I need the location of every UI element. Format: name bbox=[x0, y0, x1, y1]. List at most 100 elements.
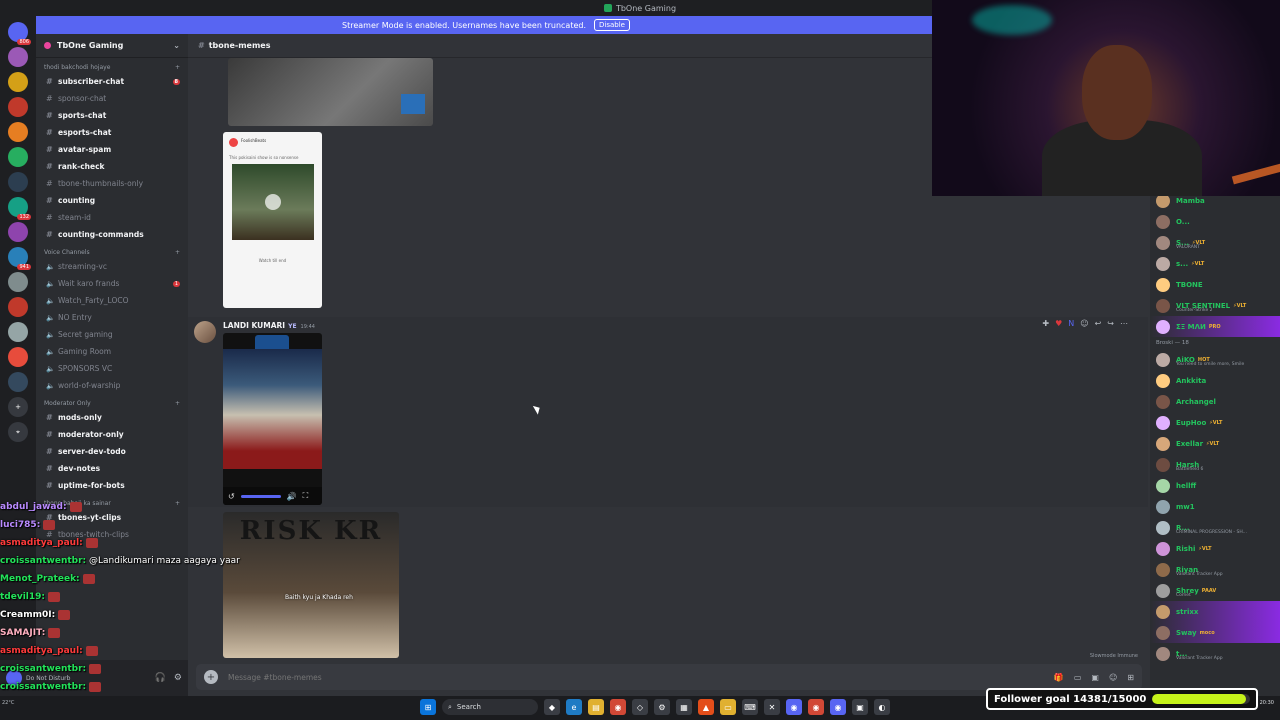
chrome-icon[interactable]: ◉ bbox=[808, 699, 824, 715]
nitro-icon[interactable]: N bbox=[1068, 319, 1074, 328]
server-icon[interactable]: 941 bbox=[8, 247, 31, 270]
play-icon[interactable] bbox=[264, 194, 281, 210]
member-item[interactable]: strixx bbox=[1150, 601, 1280, 622]
server-icon[interactable] bbox=[8, 322, 28, 342]
copilot-icon[interactable]: ◆ bbox=[544, 699, 560, 715]
fullscreen-icon[interactable]: ⛶ bbox=[303, 491, 309, 501]
avatar[interactable] bbox=[194, 321, 216, 343]
avatar[interactable] bbox=[1156, 352, 1170, 367]
avatar[interactable] bbox=[1156, 646, 1170, 661]
explorer-icon[interactable]: ▤ bbox=[588, 699, 604, 715]
member-item[interactable]: O... bbox=[1150, 211, 1280, 232]
server-icon[interactable]: 132 bbox=[8, 197, 31, 220]
avatar[interactable] bbox=[1156, 214, 1170, 229]
heart-icon[interactable]: ♥ bbox=[1055, 319, 1062, 328]
member-item[interactable]: R... CRIMINAL PROGRESSION - SH... bbox=[1150, 517, 1280, 538]
emoji-icon[interactable]: ☺ bbox=[1109, 673, 1117, 682]
app-icon[interactable]: ▣ bbox=[852, 699, 868, 715]
channel-item[interactable]: # sports-chat bbox=[36, 107, 188, 124]
server-icon[interactable] bbox=[8, 222, 28, 242]
taskbar-search[interactable]: ⌕ Search bbox=[442, 699, 538, 715]
server-icon[interactable] bbox=[8, 372, 28, 392]
channel-item[interactable]: # sponsor-chat bbox=[36, 90, 188, 107]
post-video[interactable] bbox=[231, 164, 314, 240]
server-icon[interactable] bbox=[8, 97, 28, 117]
member-item[interactable]: Archangel bbox=[1150, 391, 1280, 412]
member-item[interactable]: EupHoo ⚡VLT bbox=[1150, 412, 1280, 433]
explore-icon[interactable]: ⌖ bbox=[8, 422, 28, 442]
add-channel-icon[interactable]: + bbox=[175, 249, 180, 256]
forward-icon[interactable]: ↪ bbox=[1107, 319, 1114, 328]
voice-channel-item[interactable]: 🔈 NO Entry bbox=[36, 309, 188, 326]
channel-item[interactable]: # uptime-for-bots bbox=[36, 477, 188, 494]
avatar[interactable] bbox=[1156, 625, 1170, 640]
avatar[interactable] bbox=[1156, 436, 1170, 451]
avatar[interactable] bbox=[1156, 562, 1170, 577]
discord-home-icon[interactable]: 806 bbox=[8, 22, 31, 45]
avatar[interactable] bbox=[1156, 277, 1170, 292]
embedded-post-card[interactable]: FoolishBeats This pokisaini show is so n… bbox=[223, 132, 322, 308]
obs-icon[interactable]: ◐ bbox=[874, 699, 890, 715]
member-item[interactable]: VLT SENTINEL ⚡VLT Counter-Strike 2 bbox=[1150, 295, 1280, 316]
channel-item[interactable]: # avatar-spam bbox=[36, 141, 188, 158]
member-item[interactable]: ΣΞ MΛИ PRO bbox=[1150, 316, 1280, 337]
server-icon[interactable] bbox=[8, 47, 28, 67]
weather-widget[interactable]: 22°C bbox=[2, 700, 14, 706]
add-reaction-icon[interactable]: ☺ bbox=[1080, 319, 1088, 328]
sticker-icon[interactable]: ▣ bbox=[1091, 673, 1099, 682]
avatar[interactable] bbox=[1156, 604, 1170, 619]
more-icon[interactable]: ⋯ bbox=[1120, 319, 1128, 328]
server-icon[interactable] bbox=[8, 272, 28, 292]
channel-item[interactable]: # esports-chat bbox=[36, 124, 188, 141]
channel-item[interactable]: # moderator-only bbox=[36, 426, 188, 443]
steam-icon[interactable]: ⚙ bbox=[654, 699, 670, 715]
keyboard-icon[interactable]: ⌨ bbox=[742, 699, 758, 715]
channel-item[interactable]: # dev-notes bbox=[36, 460, 188, 477]
channel-item[interactable]: # tbone-thumbnails-only bbox=[36, 175, 188, 192]
brave-icon[interactable]: ▲ bbox=[698, 699, 714, 715]
discord-icon[interactable]: ◉ bbox=[786, 699, 802, 715]
voice-channel-item[interactable]: 🔈 SPONSORS VC bbox=[36, 360, 188, 377]
message-author[interactable]: LANDI KUMARI YE 19:44 bbox=[223, 321, 315, 330]
server-icon[interactable] bbox=[8, 72, 28, 92]
channel-item[interactable]: # counting-commands bbox=[36, 226, 188, 243]
avatar[interactable] bbox=[1156, 583, 1170, 598]
disable-streamer-mode-button[interactable]: Disable bbox=[594, 19, 630, 31]
member-item[interactable]: Sway moco bbox=[1150, 622, 1280, 643]
member-item[interactable]: S... ⚡VLT VALORANT bbox=[1150, 232, 1280, 253]
reaction-icon[interactable]: ✚ bbox=[1042, 319, 1049, 328]
avatar[interactable] bbox=[1156, 298, 1170, 313]
channel-item[interactable]: # counting bbox=[36, 192, 188, 209]
voice-channel-item[interactable]: 🔈 Watch_Farty_LOCO bbox=[36, 292, 188, 309]
gift-icon[interactable]: 🎁 bbox=[1054, 673, 1064, 682]
channel-item[interactable]: # rank-check bbox=[36, 158, 188, 175]
voice-channel-item[interactable]: 🔈 world-of-warship bbox=[36, 377, 188, 394]
calendar-icon[interactable]: ▦ bbox=[676, 699, 692, 715]
member-item[interactable]: AiKO HOT You need to smile more, Smile bbox=[1150, 349, 1280, 370]
voice-channel-item[interactable]: 🔈 Gaming Room bbox=[36, 343, 188, 360]
member-item[interactable]: Rishi ⚡VLT bbox=[1150, 538, 1280, 559]
member-item[interactable]: Riyan Valorant Tracker App bbox=[1150, 559, 1280, 580]
video-player[interactable]: ↺ 🔊 ⛶ bbox=[223, 333, 322, 505]
channel-category[interactable]: Voice Channels + bbox=[36, 243, 188, 258]
member-item[interactable]: Ankkita bbox=[1150, 370, 1280, 391]
voice-channel-item[interactable]: 🔈 streaming-vc bbox=[36, 258, 188, 275]
server-icon[interactable] bbox=[8, 172, 28, 192]
avatar[interactable] bbox=[1156, 478, 1170, 493]
volume-icon[interactable]: 🔊 bbox=[287, 492, 297, 501]
message-input[interactable] bbox=[228, 672, 1054, 682]
member-item[interactable]: s... ⚡VLT bbox=[1150, 253, 1280, 274]
channel-item[interactable]: # server-dev-todo bbox=[36, 443, 188, 460]
member-item[interactable]: t... Valorant Tracker App bbox=[1150, 643, 1280, 664]
gif-icon[interactable]: ▭ bbox=[1074, 673, 1082, 682]
channel-item[interactable]: # mods-only bbox=[36, 409, 188, 426]
message-item[interactable]: LANDI KUMARI YE 19:44 ✚ ♥ N ☺ ↩ ↪ ⋯ ↺ 🔊 ⛶ bbox=[188, 317, 1148, 507]
avatar[interactable] bbox=[1156, 394, 1170, 409]
avatar[interactable] bbox=[1156, 256, 1170, 271]
channel-category[interactable]: thodi bakchodi hojaye + bbox=[36, 58, 188, 73]
server-icon[interactable] bbox=[8, 297, 28, 317]
channel-category[interactable]: Moderator Only + bbox=[36, 394, 188, 409]
avatar[interactable] bbox=[1156, 235, 1170, 250]
folder-icon[interactable]: ▭ bbox=[720, 699, 736, 715]
server-icon[interactable] bbox=[8, 347, 28, 367]
